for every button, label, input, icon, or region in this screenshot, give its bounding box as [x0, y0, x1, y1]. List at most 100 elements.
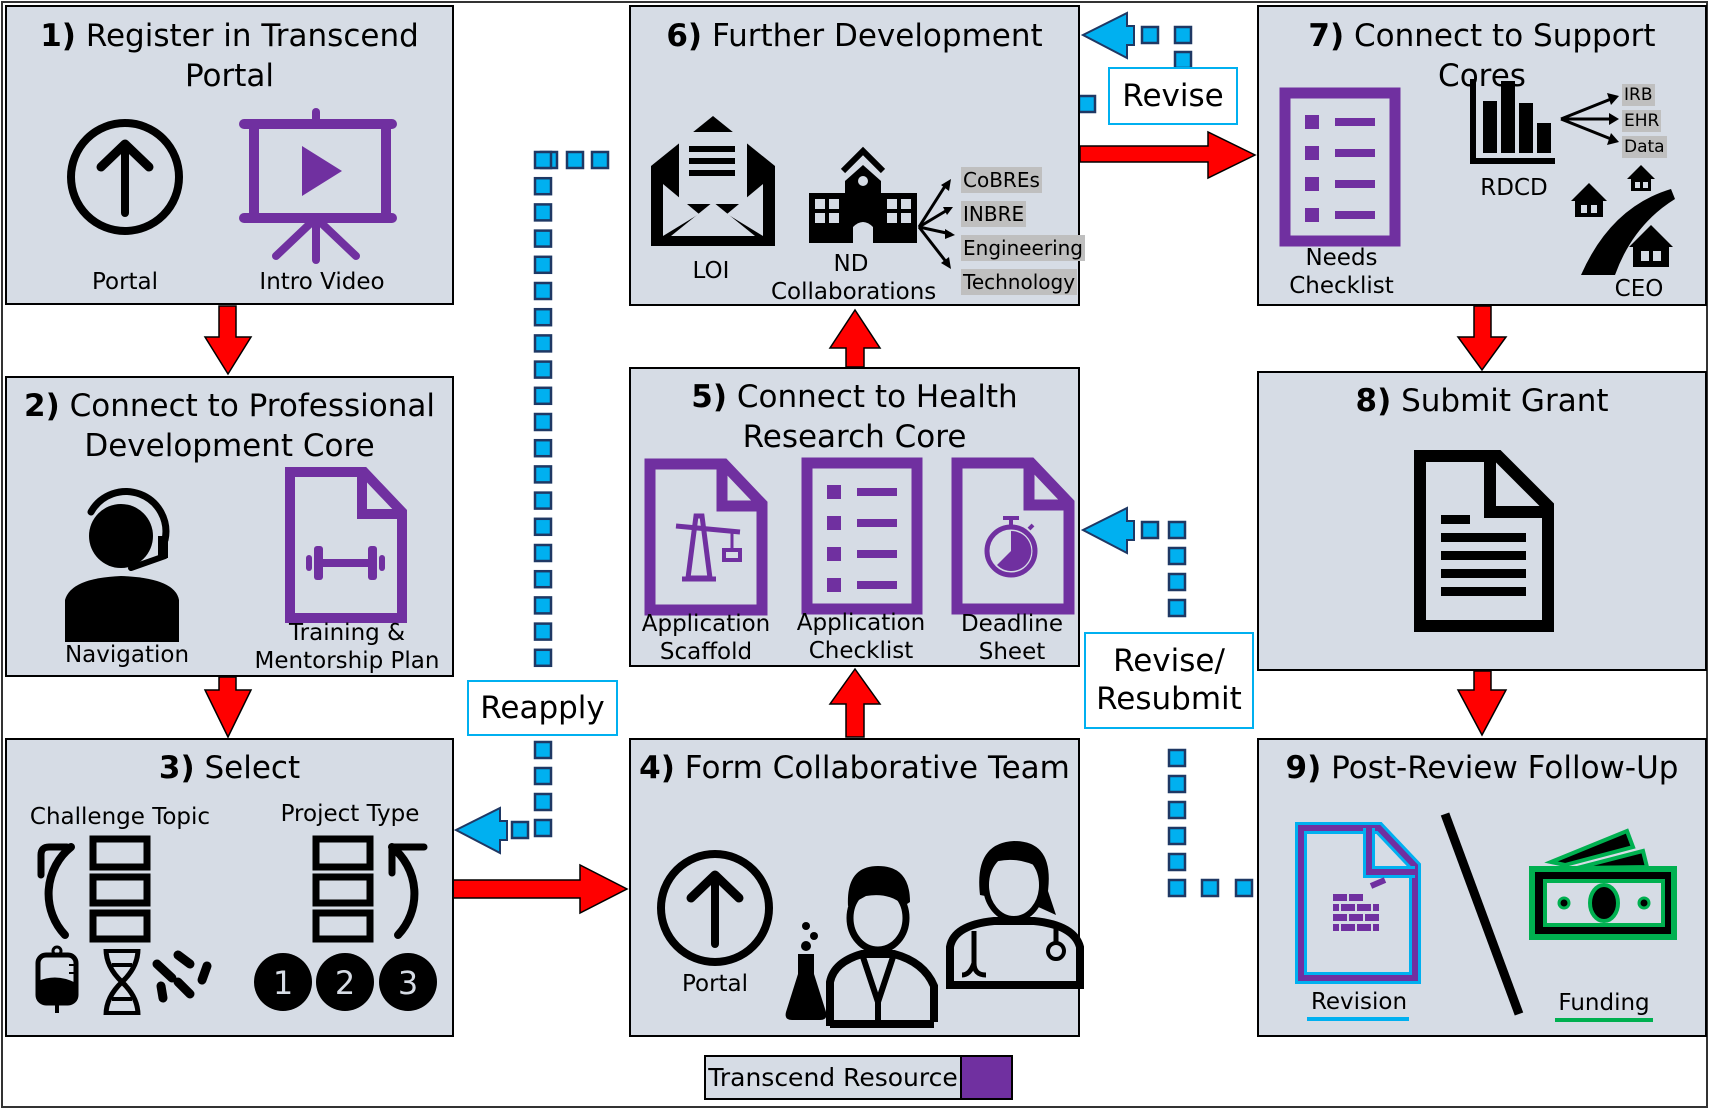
step-7-box: 7) Connect to Support Cores Needs Checklis… — [1257, 5, 1707, 306]
ceo-label: CEO — [1614, 276, 1664, 302]
resubmit-path-dot — [1167, 748, 1187, 768]
loi-label: LOI — [692, 258, 730, 284]
reapply-path-dot — [533, 334, 553, 353]
resubmit-path-dot — [1167, 598, 1187, 618]
step-8-box: 8) Submit Grant — [1257, 371, 1707, 671]
step-3-box: 3) Select Challenge Topic Project Type 1… — [5, 738, 454, 1037]
revise-arrowhead — [1080, 11, 1135, 60]
collab-inbre: INBRE — [961, 201, 1027, 227]
step-4-title: 4) Form Collaborative Team — [639, 750, 1070, 786]
revision-label: Revision — [1310, 989, 1408, 1015]
reapply-path-dot — [533, 150, 553, 170]
rdcd-arrows-icon — [1560, 93, 1619, 145]
collab-technology: Technology — [961, 269, 1078, 295]
reapply-path-dot — [533, 255, 553, 275]
step-2-box: 2) Connect to Professional Development Co… — [5, 376, 454, 677]
bar-chart-icon — [1470, 79, 1555, 164]
arrow-5-to-6 — [828, 308, 882, 368]
app-checklist-label: Application Checklist — [796, 610, 926, 664]
reapply-path-dot — [533, 176, 553, 196]
step-2-title: 2) Connect to Professional Development Co… — [24, 388, 435, 464]
number-2: 2 — [334, 964, 356, 1002]
headset-person-icon — [65, 488, 179, 642]
doctor-icon — [946, 841, 1084, 989]
reapply-path-dot — [533, 543, 553, 563]
reapply-path-dot — [533, 622, 553, 641]
brick-document-icon — [1295, 822, 1421, 984]
reapply-path-dot — [533, 412, 553, 432]
reapply-path-dot — [565, 150, 585, 170]
revise-path-dot — [1140, 25, 1160, 45]
stopwatch-document-icon — [951, 457, 1075, 615]
document-icon — [1414, 450, 1554, 632]
collab-cobres: CoBREs — [961, 167, 1042, 193]
slash-divider — [1440, 812, 1524, 1016]
reapply-arrowhead — [453, 806, 508, 855]
revise-path-dot — [1173, 25, 1193, 45]
rdcd-data: Data — [1622, 136, 1667, 158]
legend: Transcend Resource — [704, 1055, 1013, 1100]
step-6-title: 6) Further Development — [666, 18, 1043, 54]
rdcd-ehr: EHR — [1622, 110, 1662, 132]
arrow-7-to-8 — [1456, 305, 1508, 372]
resubmit-path-dot — [1167, 774, 1187, 794]
checklist-icon — [1279, 87, 1401, 247]
portal-label: Portal — [91, 269, 159, 295]
revise-path-dot — [1173, 50, 1193, 70]
deadline-sheet-label: Deadline Sheet — [960, 611, 1064, 665]
arrow-8-to-9 — [1456, 670, 1508, 737]
revision-underline — [1307, 1017, 1409, 1021]
rdcd-irb: IRB — [1622, 84, 1655, 106]
resubmit-arrowhead — [1080, 506, 1135, 555]
resubmit-path-dot — [1167, 826, 1187, 846]
training-plan-label: Training & Mentorship Plan — [254, 620, 440, 674]
project-type-label: Project Type — [280, 801, 420, 827]
reapply-path-dot — [533, 517, 553, 537]
community-road-icon — [1571, 165, 1675, 275]
reapply-path-dot — [533, 569, 553, 589]
reapply-path-dot — [533, 203, 553, 222]
number-1: 1 — [272, 964, 294, 1002]
navigation-label: Navigation — [64, 642, 190, 668]
legend-swatch-transcend-purple — [960, 1057, 1011, 1098]
legend-label: Transcend Resource — [708, 1063, 958, 1092]
arrow-3-to-4 — [452, 863, 629, 915]
intro-video-label: Intro Video — [259, 269, 385, 295]
reapply-path-dot — [533, 465, 553, 484]
resubmit-path-dot — [1167, 520, 1187, 540]
reapply-path-dot — [510, 820, 530, 840]
resubmit-path-dot — [1167, 878, 1187, 898]
reapply-path-dot — [533, 766, 553, 786]
reapply-path-dot — [533, 386, 553, 406]
revise-path-dot — [1077, 94, 1097, 114]
rdcd-label: RDCD — [1480, 175, 1548, 201]
step-1-title: 1) Register in Transcend Portal — [40, 18, 419, 94]
challenge-topic-label: Challenge Topic — [29, 804, 211, 830]
resubmit-path-dot — [1200, 878, 1220, 898]
challenge-reorder-icon — [37, 835, 151, 943]
resubmit-path-dot — [1167, 546, 1187, 566]
reapply-path-dot — [533, 307, 553, 327]
resubmit-path-dot — [1167, 852, 1187, 872]
step-5-title: 5) Connect to Health Research Core — [691, 379, 1018, 455]
app-scaffold-label: Application Scaffold — [641, 611, 771, 665]
portal-upload-icon — [657, 850, 773, 966]
presentation-video-icon — [239, 108, 397, 264]
number-3: 3 — [397, 964, 419, 1002]
open-envelope-icon — [651, 116, 775, 246]
reapply-path-dot — [533, 740, 553, 760]
reapply-callout: Reapply — [467, 680, 618, 736]
portal-upload-icon — [67, 119, 183, 235]
reapply-path-dot — [533, 818, 553, 838]
resubmit-path-dot — [1167, 800, 1187, 820]
reapply-path-dot — [533, 438, 553, 458]
funding-underline — [1555, 1018, 1653, 1022]
checklist-icon — [801, 457, 923, 615]
resubmit-path-dot — [1234, 878, 1254, 898]
portal-label: Portal — [681, 971, 749, 997]
arrow-4-to-5 — [828, 667, 882, 738]
revise-callout: Revise — [1108, 67, 1238, 125]
resubmit-path-dot — [1140, 520, 1160, 540]
nd-collaborations-label: ND Collaborations — [771, 251, 937, 305]
reapply-path-dot — [590, 150, 610, 170]
